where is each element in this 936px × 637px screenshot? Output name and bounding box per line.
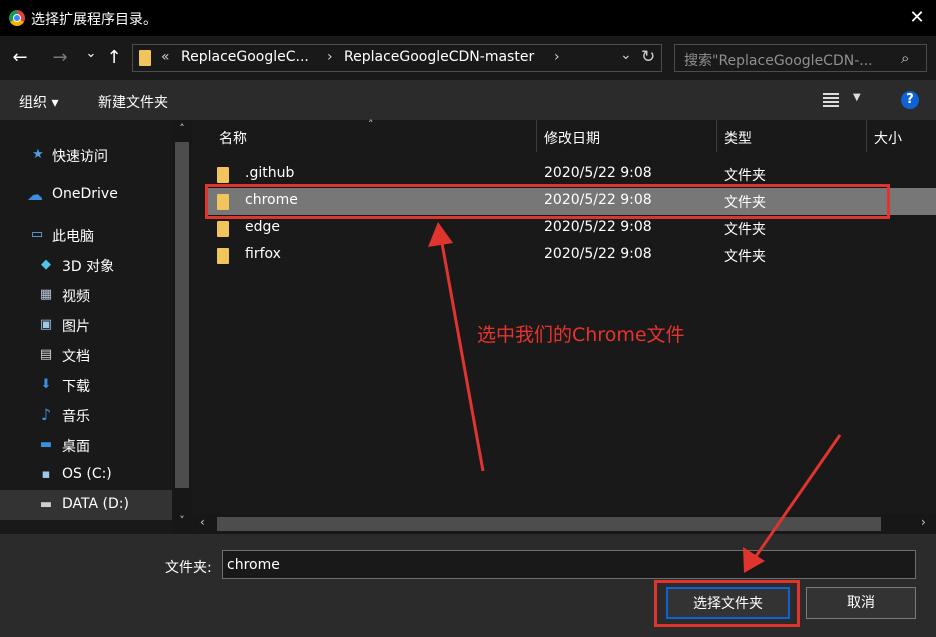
arrow-to-chrome-row [428,222,485,472]
arrow-to-select-button [743,434,842,573]
annotation-arrows [428,222,842,573]
